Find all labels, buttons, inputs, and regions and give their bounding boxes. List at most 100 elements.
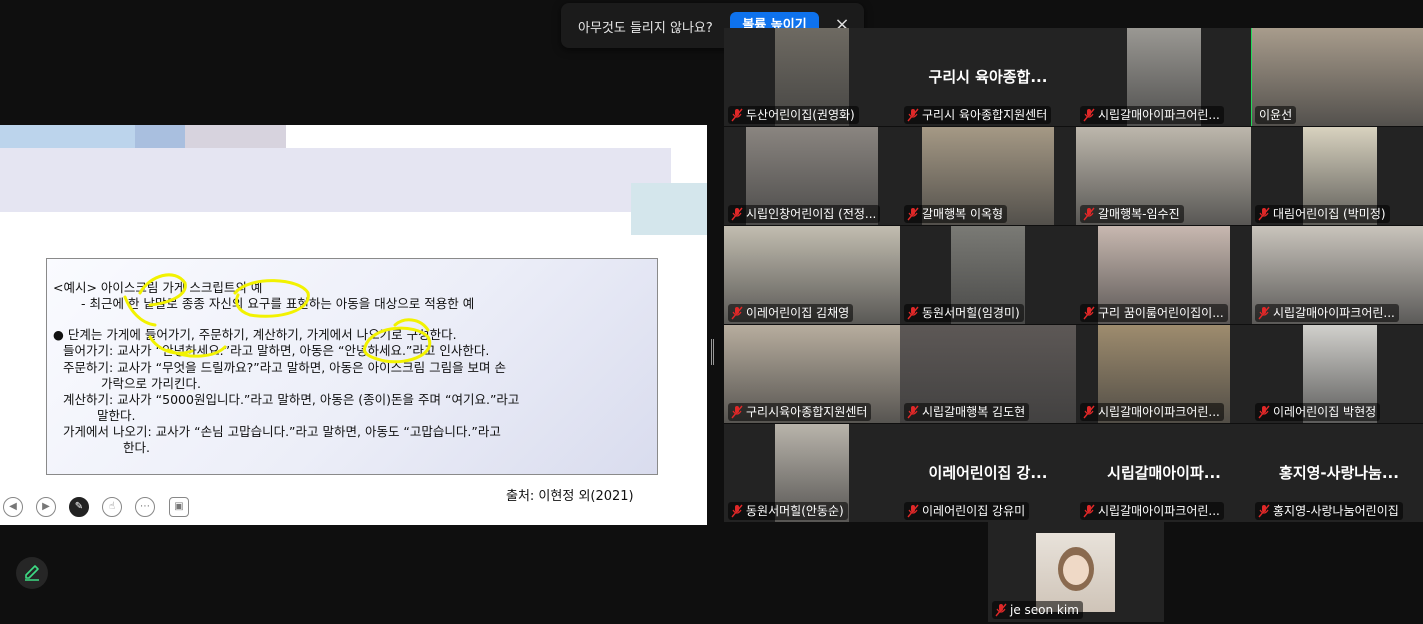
muted-mic-icon bbox=[731, 108, 743, 122]
participant-display-name: 이레어린이집 강... bbox=[928, 464, 1048, 482]
participant-name: 시립갈매행복 김도현 bbox=[922, 405, 1026, 419]
muted-mic-icon bbox=[1258, 405, 1270, 419]
previous-slide-icon[interactable]: ◀ bbox=[3, 497, 23, 517]
participant-name: 이레어린이집 김채영 bbox=[746, 306, 850, 320]
participant-name-label: 두산어린이집(권영화) bbox=[728, 106, 859, 124]
muted-mic-icon bbox=[1083, 207, 1095, 221]
participant-tile[interactable]: 시립인창어린이집 (전정... bbox=[724, 127, 900, 225]
participant-name-label: 홍지영-사랑나눔어린이집 bbox=[1255, 502, 1403, 520]
split-view-handle[interactable] bbox=[711, 339, 714, 365]
participant-name-label: 이레어린이집 김채영 bbox=[728, 304, 854, 322]
pointer-icon[interactable]: ☝ bbox=[102, 497, 122, 517]
participant-tile[interactable]: 두산어린이집(권영화) bbox=[724, 28, 900, 126]
muted-mic-icon bbox=[731, 306, 743, 320]
participant-tile[interactable]: 구리 꿈이룸어린이집이... bbox=[1076, 226, 1252, 324]
next-slide-icon[interactable]: ▶ bbox=[36, 497, 56, 517]
participant-tile[interactable]: 대림어린이집 (박미정) bbox=[1251, 127, 1423, 225]
more-options-icon[interactable]: ⋯ bbox=[135, 497, 155, 517]
participant-name: 시립갈매아이파크어린... bbox=[1098, 405, 1220, 419]
participant-tile[interactable]: 구리시 육아종합... 구리시 육아종합지원센터 bbox=[900, 28, 1076, 126]
participant-name-label: 시립갈매행복 김도현 bbox=[904, 403, 1030, 421]
participant-name-label: 시립갈매아이파크어린... bbox=[1080, 106, 1224, 124]
participant-name-label: 갈매행복-임수진 bbox=[1080, 205, 1184, 223]
muted-mic-icon bbox=[731, 405, 743, 419]
participant-tile[interactable]: 이레어린이집 박현정 bbox=[1251, 325, 1423, 423]
muted-mic-icon bbox=[907, 108, 919, 122]
muted-mic-icon bbox=[1083, 405, 1095, 419]
muted-mic-icon bbox=[731, 504, 743, 518]
self-view-tile[interactable]: je seon kim bbox=[988, 522, 1164, 622]
participant-name: 갈매행복 이옥형 bbox=[922, 207, 1004, 221]
shared-screen-slide: <예시> 아이스크림 가게 스크립트의 예 - 최근에 한 낱말로 종종 자신의… bbox=[0, 125, 707, 525]
muted-mic-icon bbox=[1083, 108, 1095, 122]
muted-mic-icon bbox=[731, 207, 743, 221]
participant-display-name: 홍지영-사랑나눔... bbox=[1279, 464, 1399, 482]
muted-mic-icon bbox=[907, 504, 919, 518]
muted-mic-icon bbox=[1258, 504, 1270, 518]
self-name-label: je seon kim bbox=[992, 601, 1083, 619]
participant-name: 구리시육아종합지원센터 bbox=[746, 405, 868, 419]
participant-tile[interactable]: 시립갈매아이파크어린... bbox=[1076, 28, 1252, 126]
muted-mic-icon bbox=[907, 405, 919, 419]
participant-name: je seon kim bbox=[1010, 603, 1079, 617]
participant-tile[interactable]: 시립갈매행복 김도현 bbox=[900, 325, 1076, 423]
participant-tile[interactable]: 동원서머힐(안동순) bbox=[724, 424, 900, 522]
participant-tile[interactable]: 시립갈매아이파크어린... bbox=[1251, 226, 1423, 324]
participant-name: 구리시 육아종합지원센터 bbox=[922, 108, 1048, 122]
participant-name: 이윤선 bbox=[1259, 108, 1293, 122]
participant-display-name: 구리시 육아종합... bbox=[928, 68, 1048, 86]
participant-name: 구리 꿈이룸어린이집이... bbox=[1098, 306, 1224, 320]
muted-mic-icon bbox=[1258, 306, 1270, 320]
muted-mic-icon bbox=[1258, 207, 1270, 221]
participant-name: 시립갈매아이파크어린... bbox=[1098, 108, 1220, 122]
participant-display-name: 시립갈매아이파... bbox=[1107, 464, 1221, 482]
participant-tile[interactable]: 구리시육아종합지원센터 bbox=[724, 325, 900, 423]
participant-name-label: 동원서머힐(임경미) bbox=[904, 304, 1024, 322]
participant-name-label: 구리시 육아종합지원센터 bbox=[904, 106, 1052, 124]
participant-name-label: 이레어린이집 박현정 bbox=[1255, 403, 1381, 421]
participant-name: 동원서머힐(안동순) bbox=[746, 504, 844, 518]
participant-name: 시립인창어린이집 (전정... bbox=[746, 207, 877, 221]
participant-name-label: 대림어린이집 (박미정) bbox=[1255, 205, 1390, 223]
participant-name-label: 갈매행복 이옥형 bbox=[904, 205, 1008, 223]
muted-mic-icon bbox=[1083, 306, 1095, 320]
annotate-icon[interactable] bbox=[16, 557, 48, 589]
participant-name: 대림어린이집 (박미정) bbox=[1273, 207, 1386, 221]
participant-tile[interactable]: 갈매행복-임수진 bbox=[1076, 127, 1252, 225]
pen-icon[interactable]: ✎ bbox=[69, 497, 89, 517]
annotation-scribbles bbox=[123, 273, 432, 364]
participant-tile[interactable]: 홍지영-사랑나눔... 홍지영-사랑나눔어린이집 bbox=[1251, 424, 1423, 522]
participant-name: 이레어린이집 강유미 bbox=[922, 504, 1026, 518]
participant-tile[interactable]: 동원서머힐(임경미) bbox=[900, 226, 1076, 324]
participant-gallery: 두산어린이집(권영화) 구리시 육아종합... 구리시 육아종합지원센터 시립갈매아이… bbox=[724, 28, 1423, 522]
participant-name: 시립갈매아이파크어린... bbox=[1098, 504, 1220, 518]
muted-mic-icon bbox=[907, 207, 919, 221]
participant-name-label: 시립갈매아이파크어린... bbox=[1080, 403, 1224, 421]
audio-notice-message: 아무것도 들리지 않나요? bbox=[578, 21, 713, 36]
participant-name-label: 동원서머힐(안동순) bbox=[728, 502, 848, 520]
participant-name-label: 시립갈매아이파크어린... bbox=[1080, 502, 1224, 520]
participant-name: 이레어린이집 박현정 bbox=[1273, 405, 1377, 419]
muted-mic-icon bbox=[907, 306, 919, 320]
muted-mic-icon bbox=[1083, 504, 1095, 518]
participant-name-label: 구리 꿈이룸어린이집이... bbox=[1080, 304, 1228, 322]
participant-name-label: 시립인창어린이집 (전정... bbox=[728, 205, 881, 223]
participant-tile[interactable]: 시립갈매아이파... 시립갈매아이파크어린... bbox=[1076, 424, 1252, 522]
participant-name: 갈매행복-임수진 bbox=[1098, 207, 1180, 221]
participant-tile[interactable]: 이레어린이집 강... 이레어린이집 강유미 bbox=[900, 424, 1076, 522]
participant-name: 시립갈매아이파크어린... bbox=[1273, 306, 1395, 320]
participant-tile[interactable]: 시립갈매아이파크어린... bbox=[1076, 325, 1252, 423]
participant-name-label: 구리시육아종합지원센터 bbox=[728, 403, 872, 421]
muted-mic-icon bbox=[995, 603, 1007, 617]
participant-name-label: 시립갈매아이파크어린... bbox=[1255, 304, 1399, 322]
presenter-view-icon[interactable]: ▣ bbox=[169, 497, 189, 517]
participant-name-label: 이윤선 bbox=[1255, 106, 1297, 124]
participant-tile[interactable]: 갈매행복 이옥형 bbox=[900, 127, 1076, 225]
participant-name: 동원서머힐(임경미) bbox=[922, 306, 1020, 320]
participant-tile[interactable]: 이윤선 bbox=[1251, 28, 1423, 126]
participant-name: 두산어린이집(권영화) bbox=[746, 108, 855, 122]
participant-tile[interactable]: 이레어린이집 김채영 bbox=[724, 226, 900, 324]
participant-name-label: 이레어린이집 강유미 bbox=[904, 502, 1030, 520]
participant-name: 홍지영-사랑나눔어린이집 bbox=[1273, 504, 1399, 518]
slide-source: 출처: 이현정 외(2021) bbox=[506, 489, 634, 504]
